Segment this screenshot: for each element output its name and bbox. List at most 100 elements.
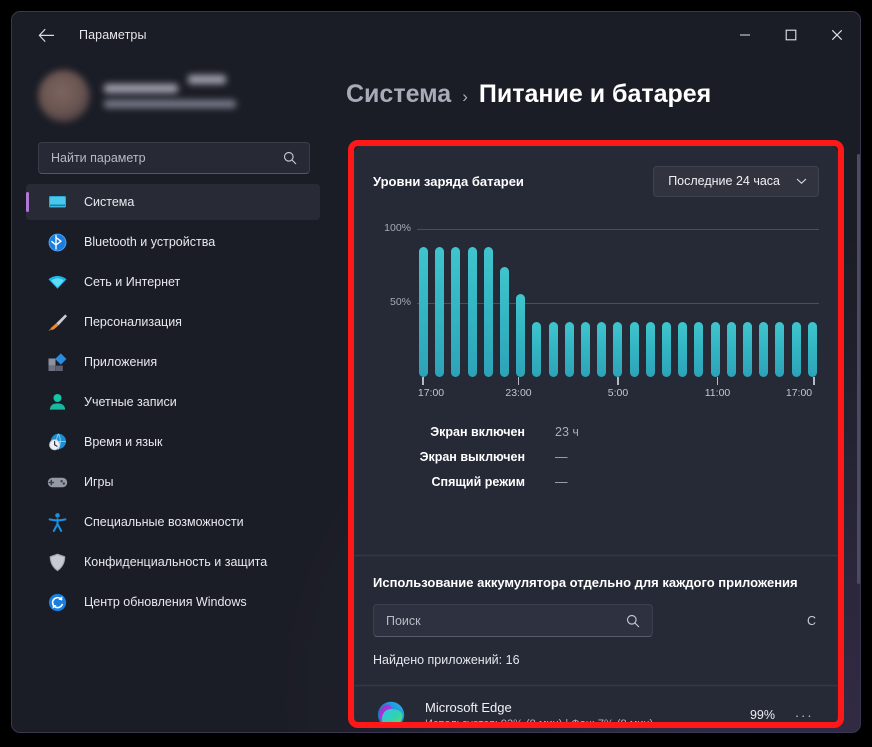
chart-bar [483, 246, 493, 377]
battery-levels-header: Уровни заряда батареи Последние 24 часа [373, 147, 819, 215]
chart-bar [807, 322, 817, 377]
x-axis-tick [517, 377, 520, 385]
chart-bar [467, 246, 477, 377]
account-name [104, 84, 178, 93]
app-list: Microsoft Edge Используется: 92% (8 мин)… [354, 686, 838, 722]
maximize-button[interactable] [768, 12, 814, 58]
y-axis-label-100: 100% [384, 222, 411, 234]
stat-value: 23 ч [555, 424, 579, 439]
chart-bar [581, 322, 591, 377]
stat-value: — [555, 474, 568, 489]
stat-label: Спящий режим [431, 474, 525, 489]
account-text [104, 84, 236, 108]
x-axis-tick [813, 377, 815, 385]
sidebar-item-label: Система [84, 195, 135, 209]
avatar[interactable] [38, 70, 90, 122]
time-range-dropdown-value: Последние 24 часа [668, 174, 780, 188]
per-app-battery-card: Использование аккумулятора отдельно для … [354, 556, 838, 685]
sidebar-item-gaming[interactable]: Игры [26, 464, 320, 500]
breadcrumb-parent-link[interactable]: Система [346, 80, 451, 109]
app-more-options-button[interactable]: ··· [789, 707, 819, 722]
chart-bar [726, 322, 736, 377]
chart-bar [662, 322, 672, 377]
account-block[interactable] [26, 58, 320, 134]
bluetooth-icon [46, 231, 68, 253]
close-button[interactable] [814, 12, 860, 58]
edge-icon [377, 701, 405, 722]
chart-bar [694, 322, 704, 377]
settings-window: Параметры Найти параметр Система Bluetoo… [11, 11, 861, 733]
paintbrush-icon [46, 311, 68, 333]
stat-row: Экран выключен — [373, 444, 819, 469]
chart-bar [451, 246, 461, 377]
content-scrollbar[interactable] [857, 154, 860, 584]
display-icon [46, 191, 68, 213]
minimize-icon [740, 34, 750, 36]
chevron-down-icon [796, 177, 807, 185]
app-row[interactable]: Microsoft Edge Используется: 92% (8 мин)… [355, 687, 837, 722]
account-email [104, 100, 236, 108]
sidebar-item-label: Игры [84, 475, 114, 489]
sidebar-item-label: Сеть и Интернет [84, 275, 181, 289]
sidebar-item-label: Конфиденциальность и защита [84, 555, 268, 569]
account-icon [46, 391, 68, 413]
sort-dropdown[interactable]: С [807, 614, 819, 628]
window-controls [722, 12, 860, 58]
update-icon [46, 591, 68, 613]
x-axis-tick-label: 5:00 [607, 387, 629, 399]
sidebar-item-personalization[interactable]: Персонализация [26, 304, 320, 340]
x-axis-tick-labels: 17:00 23:00 5:00 11:00 17:00 [418, 387, 817, 403]
sidebar-item-label: Bluetooth и устройства [84, 235, 216, 249]
x-axis-tick [716, 377, 719, 385]
battery-levels-card: Уровни заряда батареи Последние 24 часа … [354, 146, 838, 555]
y-axis-label-50: 50% [389, 296, 411, 308]
chart-bar [564, 322, 574, 377]
sidebar-item-accounts[interactable]: Учетные записи [26, 384, 320, 420]
sidebar-item-bluetooth[interactable]: Bluetooth и устройства [26, 224, 320, 260]
shield-icon [46, 551, 68, 573]
x-axis-tick-label: 11:00 [704, 387, 731, 399]
stat-row: Экран включен 23 ч [373, 419, 819, 444]
battery-level-chart: 100% 50% 17:00 23:00 5:00 11:00 17:00 [373, 217, 819, 407]
settings-search-box[interactable] [38, 142, 310, 174]
battery-levels-title: Уровни заряда батареи [373, 173, 524, 189]
chart-bar [500, 267, 510, 377]
chart-bar [516, 294, 526, 377]
gamepad-icon [46, 471, 68, 493]
sidebar-item-time-language[interactable]: Время и язык [26, 424, 320, 460]
sidebar-item-windows-update[interactable]: Центр обновления Windows [26, 584, 320, 620]
x-axis-tick-label: 17:00 [785, 387, 813, 399]
sidebar-item-label: Специальные возможности [84, 515, 244, 529]
sidebar-item-apps[interactable]: Приложения [26, 344, 320, 380]
chart-bar [791, 322, 801, 377]
app-battery-percent: 99% [749, 708, 775, 722]
sidebar-item-label: Время и язык [84, 435, 163, 449]
chevron-right-icon: › [462, 87, 468, 106]
time-range-dropdown[interactable]: Последние 24 часа [653, 165, 819, 197]
chart-bar [597, 322, 607, 377]
search-input[interactable] [39, 151, 283, 165]
apps-icon [46, 351, 68, 373]
app-search-box[interactable] [373, 604, 653, 637]
maximize-icon [785, 29, 797, 41]
chart-bar [435, 246, 445, 377]
app-info: Microsoft Edge Используется: 92% (8 мин)… [425, 700, 653, 722]
sidebar-item-privacy[interactable]: Конфиденциальность и защита [26, 544, 320, 580]
chart-bar [743, 322, 753, 377]
back-button[interactable] [29, 20, 63, 50]
sidebar-item-label: Приложения [84, 355, 158, 369]
breadcrumb: Система › Питание и батарея [334, 58, 860, 109]
wifi-icon [46, 271, 68, 293]
minimize-button[interactable] [722, 12, 768, 58]
accessibility-icon [46, 511, 68, 533]
sidebar-nav-list: Система Bluetooth и устройства Сеть и Ин… [26, 184, 320, 620]
sidebar-item-accessibility[interactable]: Специальные возможности [26, 504, 320, 540]
content-pane: Система › Питание и батарея Уровни заряд… [334, 58, 860, 732]
sidebar-item-network[interactable]: Сеть и Интернет [26, 264, 320, 300]
chart-bar [710, 322, 720, 377]
stat-row: Спящий режим — [373, 469, 819, 494]
chart-bar [532, 322, 542, 377]
app-search-input[interactable] [374, 613, 626, 628]
sidebar-item-system[interactable]: Система [26, 184, 320, 220]
chart-plot-area [419, 229, 817, 377]
